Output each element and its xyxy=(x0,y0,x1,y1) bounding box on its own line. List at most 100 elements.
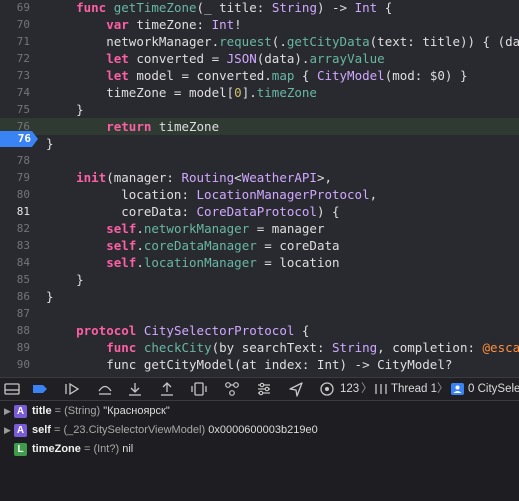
code-line[interactable]: 86} xyxy=(0,288,519,305)
code-token: let xyxy=(106,68,129,83)
code-token: request xyxy=(219,34,272,49)
line-number[interactable]: 82 xyxy=(0,220,30,237)
variable-name: self xyxy=(32,424,51,436)
code-token: } xyxy=(46,272,84,287)
code-line[interactable]: 78 xyxy=(0,152,519,169)
line-number[interactable]: 79 xyxy=(0,169,30,186)
code-line[interactable]: 70 var timeZone: Int! xyxy=(0,16,519,33)
line-number[interactable]: 80 xyxy=(0,186,30,203)
line-number[interactable]: 75 xyxy=(0,101,30,118)
environment-overrides-icon[interactable] xyxy=(255,381,273,397)
step-over-icon[interactable] xyxy=(96,381,114,397)
code-line[interactable]: 79 init(manager: Routing<WeatherAPI>, xyxy=(0,169,519,186)
line-number[interactable]: 69 xyxy=(0,0,30,16)
line-number[interactable]: 88 xyxy=(0,322,30,339)
disclosure-triangle-icon[interactable]: ▶ xyxy=(4,403,11,420)
code-line[interactable]: 83 self.coreDataManager = coreData xyxy=(0,237,519,254)
code-token: return xyxy=(106,119,152,134)
code-token: { xyxy=(377,0,393,15)
code-text: } xyxy=(46,135,54,152)
code-line[interactable]: 84 self.locationManager = location xyxy=(0,254,519,271)
code-line[interactable]: 80 location: LocationManagerProtocol, xyxy=(0,186,519,203)
line-number[interactable]: 73 xyxy=(0,67,30,84)
step-into-icon[interactable] xyxy=(126,381,144,397)
code-line[interactable]: 89 func checkCity(by searchText: String,… xyxy=(0,339,519,356)
breakpoints-active-icon[interactable] xyxy=(31,381,49,397)
code-line[interactable]: 90 func getCityModel(at index: Int) -> C… xyxy=(0,356,519,373)
disclosure-triangle-icon[interactable]: ▶ xyxy=(4,422,11,439)
code-line[interactable]: 81 coreData: CoreDataProtocol) { xyxy=(0,203,519,220)
variable-type: (Int?) xyxy=(93,443,120,455)
code-line[interactable]: 72 let converted = JSON(data).arrayValue xyxy=(0,50,519,67)
code-token: >, xyxy=(316,170,333,185)
simulate-location-icon[interactable] xyxy=(287,381,305,397)
code-text: location: LocationManagerProtocol, xyxy=(46,186,377,203)
code-text: func getTimeZone(_ title: String) -> Int… xyxy=(46,0,392,16)
code-line[interactable]: 85 } xyxy=(0,271,519,288)
code-token: (data). xyxy=(256,51,310,66)
line-number[interactable]: 84 xyxy=(0,254,30,271)
code-token: String xyxy=(332,340,378,355)
line-number[interactable]: 87 xyxy=(0,305,30,322)
line-number[interactable]: 86 xyxy=(0,288,30,305)
line-number[interactable]: 78 xyxy=(0,152,30,169)
current-code-line[interactable]: 76 return timeZone xyxy=(0,118,519,135)
line-number[interactable]: 81 xyxy=(0,203,30,220)
variable-text: self = (_23.CitySelectorViewModel) 0x000… xyxy=(32,422,318,439)
line-number[interactable]: 70 xyxy=(0,16,30,33)
code-line[interactable]: 75 } xyxy=(0,101,519,118)
current-line-marker[interactable]: 76 xyxy=(0,131,38,147)
code-token: ! xyxy=(234,17,242,32)
line-number[interactable]: 74 xyxy=(0,84,30,101)
code-token: self xyxy=(106,221,137,236)
line-number[interactable]: 83 xyxy=(0,237,30,254)
code-token: < xyxy=(234,170,242,185)
code-line[interactable]: 77} xyxy=(0,135,519,152)
step-out-icon[interactable] xyxy=(158,381,176,397)
line-number[interactable]: 85 xyxy=(0,271,30,288)
line-number[interactable]: 71 xyxy=(0,33,30,50)
code-line[interactable]: 87 xyxy=(0,305,519,322)
line-number[interactable]: 89 xyxy=(0,339,30,356)
code-token: networkManager xyxy=(106,34,212,49)
thread-label[interactable]: Thread 1 xyxy=(391,381,437,397)
memory-graph-icon[interactable] xyxy=(223,381,241,397)
view-hierarchy-icon[interactable] xyxy=(190,381,208,397)
code-text: func getCityModel(at index: Int) -> City… xyxy=(46,356,452,373)
code-line[interactable]: 74 timeZone = model[0].timeZone xyxy=(0,84,519,101)
code-token: } xyxy=(46,136,54,151)
code-line[interactable]: 73 let model = converted.map { CityModel… xyxy=(0,67,519,84)
code-line[interactable]: 71 networkManager.request(.getCityData(t… xyxy=(0,33,519,50)
variable-row[interactable]: ▶ Atitle = (String) "Красноярск" xyxy=(0,403,519,420)
code-line[interactable]: 88 protocol CitySelectorProtocol { xyxy=(0,322,519,339)
source-editor[interactable]: 69 func getTimeZone(_ title: String) -> … xyxy=(0,0,519,377)
variable-row[interactable]: ▶ Aself = (_23.CitySelectorViewModel) 0x0… xyxy=(0,422,519,439)
variable-type: (String) xyxy=(64,405,101,417)
line-number[interactable]: 90 xyxy=(0,356,30,373)
code-token: { xyxy=(294,323,310,338)
code-token: 0 xyxy=(234,85,242,100)
continue-icon[interactable] xyxy=(63,381,81,397)
code-token: (manager: xyxy=(106,170,182,185)
code-text: return timeZone xyxy=(46,118,219,135)
code-line[interactable]: 69 func getTimeZone(_ title: String) -> … xyxy=(0,0,519,16)
frame-label[interactable]: 0 CitySelec xyxy=(468,381,519,397)
code-line[interactable]: 82 self.networkManager = manager xyxy=(0,220,519,237)
toggle-variables-icon[interactable] xyxy=(3,381,21,397)
breadcrumb-separator-icon: 〉 xyxy=(361,383,373,395)
code-text: coreData: CoreDataProtocol) { xyxy=(46,203,339,220)
code-token: self xyxy=(106,238,137,253)
line-number[interactable]: 72 xyxy=(0,50,30,67)
variable-row[interactable]: LtimeZone = (Int?) nil xyxy=(0,441,519,458)
code-token: protocol xyxy=(76,323,137,338)
code-text: timeZone = model[0].timeZone xyxy=(46,84,317,101)
code-token: . xyxy=(211,34,220,49)
process-id[interactable]: 123 xyxy=(340,381,359,397)
code-token: converted = xyxy=(128,51,227,66)
code-text: self.locationManager = location xyxy=(46,254,339,271)
